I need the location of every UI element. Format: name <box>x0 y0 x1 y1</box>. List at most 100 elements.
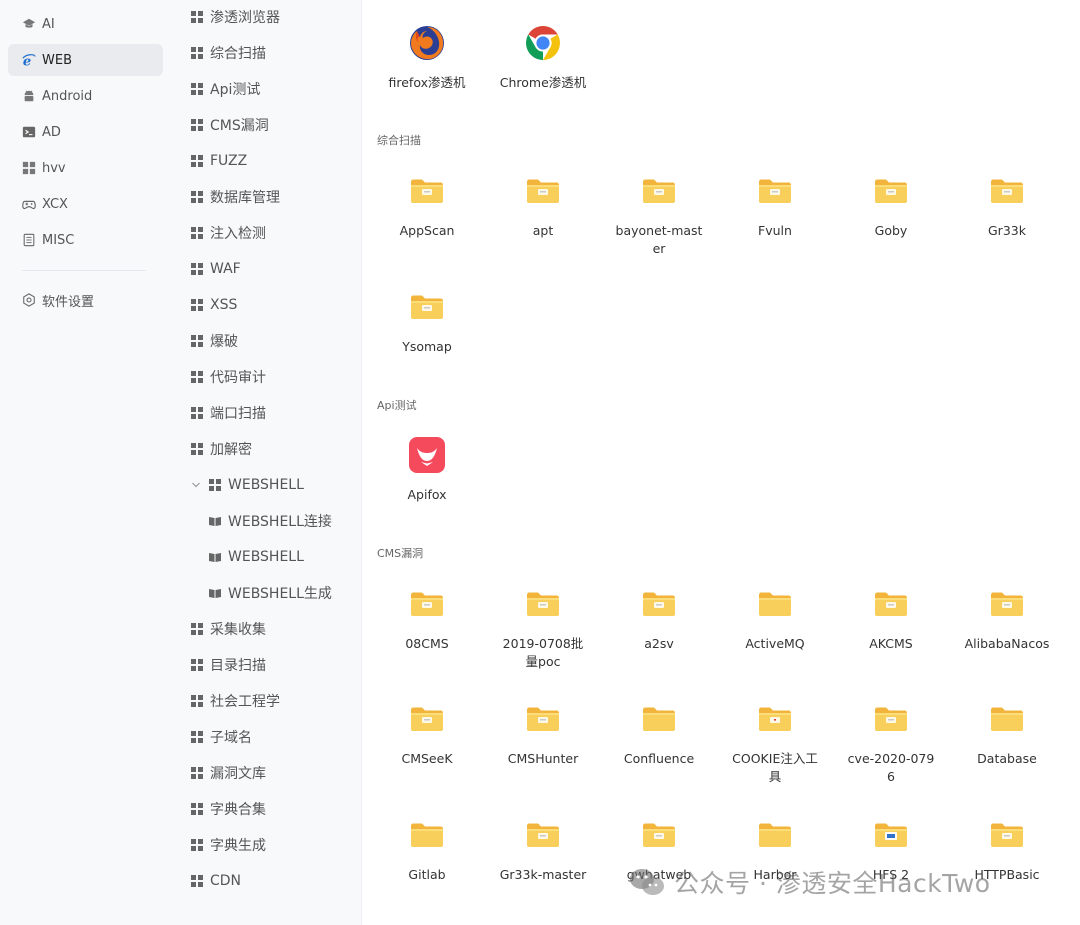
tool-tile[interactable]: Gr33k <box>957 172 1057 240</box>
primary-nav: AI e WEB Android AD hvv XCX MISC 软件设置 <box>0 0 177 925</box>
book-icon <box>209 516 221 526</box>
category-label: WAF <box>210 261 241 277</box>
folder-icon <box>756 172 794 210</box>
tool-tile[interactable]: Gr33k-master <box>493 816 593 884</box>
nav-item-web[interactable]: e WEB <box>8 44 163 76</box>
category-item[interactable]: Api测试 <box>191 76 260 102</box>
gamepad-icon <box>22 197 36 211</box>
category-label: 目录扫描 <box>210 658 266 674</box>
nav-item-ai[interactable]: AI <box>8 8 163 40</box>
tool-tile[interactable]: Gitlab <box>377 816 477 884</box>
category-label: WEBSHELL <box>228 549 304 565</box>
tool-label: AlibabaNacos <box>964 636 1050 651</box>
tool-tile[interactable]: bayonet-master <box>609 172 709 258</box>
tool-tile[interactable]: a2sv <box>609 585 709 653</box>
nav-item-xcx[interactable]: XCX <box>8 188 163 220</box>
tool-tile[interactable]: AppScan <box>377 172 477 240</box>
grid-icon <box>191 227 203 239</box>
folder-icon <box>640 816 678 854</box>
category-item[interactable]: 社会工程学 <box>191 688 280 714</box>
tool-tile[interactable]: apt <box>493 172 593 240</box>
folder-plain-icon <box>756 816 794 854</box>
category-item[interactable]: 数据库管理 <box>191 184 280 210</box>
tool-label: Gitlab <box>408 867 446 882</box>
tool-tile[interactable]: ActiveMQ <box>725 585 825 653</box>
tool-label: AKCMS <box>869 636 913 651</box>
nav-item-misc[interactable]: MISC <box>8 224 163 256</box>
category-item[interactable]: XSS <box>191 292 237 318</box>
nav-item-ad[interactable]: AD <box>8 116 163 148</box>
tool-tile[interactable]: Apifox <box>377 436 477 504</box>
category-item[interactable]: 加解密 <box>191 436 252 462</box>
category-subitem[interactable]: WEBSHELL连接 <box>209 508 332 534</box>
category-item[interactable]: 爆破 <box>191 328 238 354</box>
category-item[interactable]: CDN <box>191 868 241 894</box>
tool-label: Gr33k-master <box>499 867 587 882</box>
category-label: XSS <box>210 297 238 313</box>
category-item[interactable]: FUZZ <box>191 148 247 174</box>
category-item[interactable]: 注入检测 <box>191 220 266 246</box>
folder-blue-icon <box>872 816 910 854</box>
tool-label: a2sv <box>644 636 674 651</box>
tool-label: Gr33k <box>988 223 1026 238</box>
tool-tile[interactable]: AlibabaNacos <box>957 585 1057 653</box>
tool-tile[interactable]: CMSHunter <box>493 700 593 768</box>
nav-item-android[interactable]: Android <box>8 80 163 112</box>
tool-tile[interactable]: Chrome渗透机 <box>493 24 593 92</box>
tool-tile[interactable]: cve-2020-0796 <box>841 700 941 786</box>
grid-icon <box>191 839 203 851</box>
category-item[interactable]: 字典生成 <box>191 832 266 858</box>
tool-tile[interactable]: CMSeeK <box>377 700 477 768</box>
category-label: Api测试 <box>210 82 261 98</box>
category-label: WEBSHELL连接 <box>228 514 332 530</box>
category-item[interactable]: 综合扫描 <box>191 40 266 66</box>
tool-tile[interactable]: 08CMS <box>377 585 477 653</box>
tool-label: 08CMS <box>405 636 449 651</box>
category-item[interactable]: 子域名 <box>191 724 252 750</box>
folder-icon <box>524 172 562 210</box>
tool-tile[interactable]: AKCMS <box>841 585 941 653</box>
settings-button[interactable]: 软件设置 <box>8 284 163 316</box>
chevron-down-icon[interactable] <box>191 480 201 490</box>
category-item[interactable]: 端口扫描 <box>191 400 266 426</box>
category-item[interactable]: CMS漏洞 <box>191 112 269 138</box>
category-item[interactable]: WEBSHELL <box>191 472 304 498</box>
category-item[interactable]: 渗透浏览器 <box>191 4 280 30</box>
nav-item-hvv[interactable]: hvv <box>8 152 163 184</box>
grid-icon <box>191 371 203 383</box>
category-label: WEBSHELL <box>228 477 304 493</box>
category-item[interactable]: WAF <box>191 256 241 282</box>
chrome-icon <box>524 24 562 62</box>
folder-red-icon <box>756 700 794 738</box>
category-subitem[interactable]: WEBSHELL生成 <box>209 580 332 606</box>
nav-item-label: MISC <box>42 232 75 248</box>
folder-icon <box>640 172 678 210</box>
category-item[interactable]: 字典合集 <box>191 796 266 822</box>
grid-icon <box>191 731 203 743</box>
tool-tile[interactable]: 2019-0708批量poc <box>493 585 593 671</box>
tool-tile[interactable]: COOKIE注入工具 <box>725 700 825 786</box>
nav-divider <box>22 270 146 271</box>
grid-icon <box>191 695 203 707</box>
tool-tile[interactable]: Confluence <box>609 700 709 768</box>
folder-icon <box>408 172 446 210</box>
tool-tile[interactable]: Database <box>957 700 1057 768</box>
category-item[interactable]: 漏洞文库 <box>191 760 266 786</box>
category-subitem[interactable]: WEBSHELL <box>209 544 304 570</box>
tool-tile[interactable]: firefox渗透机 <box>377 24 477 92</box>
tool-tile[interactable]: Ysomap <box>377 288 477 356</box>
tool-label: 2019-0708批量poc <box>502 636 584 669</box>
folder-icon <box>408 700 446 738</box>
tool-label: Confluence <box>623 751 695 766</box>
tool-tile[interactable]: Fvuln <box>725 172 825 240</box>
folder-icon <box>524 700 562 738</box>
grid-icon <box>209 479 221 491</box>
category-item[interactable]: 采集收集 <box>191 616 266 642</box>
category-item[interactable]: 目录扫描 <box>191 652 266 678</box>
category-item[interactable]: 代码审计 <box>191 364 266 390</box>
tool-label: cve-2020-0796 <box>847 751 935 784</box>
grid-icon <box>191 623 203 635</box>
tool-label: AppScan <box>399 223 455 238</box>
grid-icon <box>22 161 36 175</box>
tool-tile[interactable]: Goby <box>841 172 941 240</box>
